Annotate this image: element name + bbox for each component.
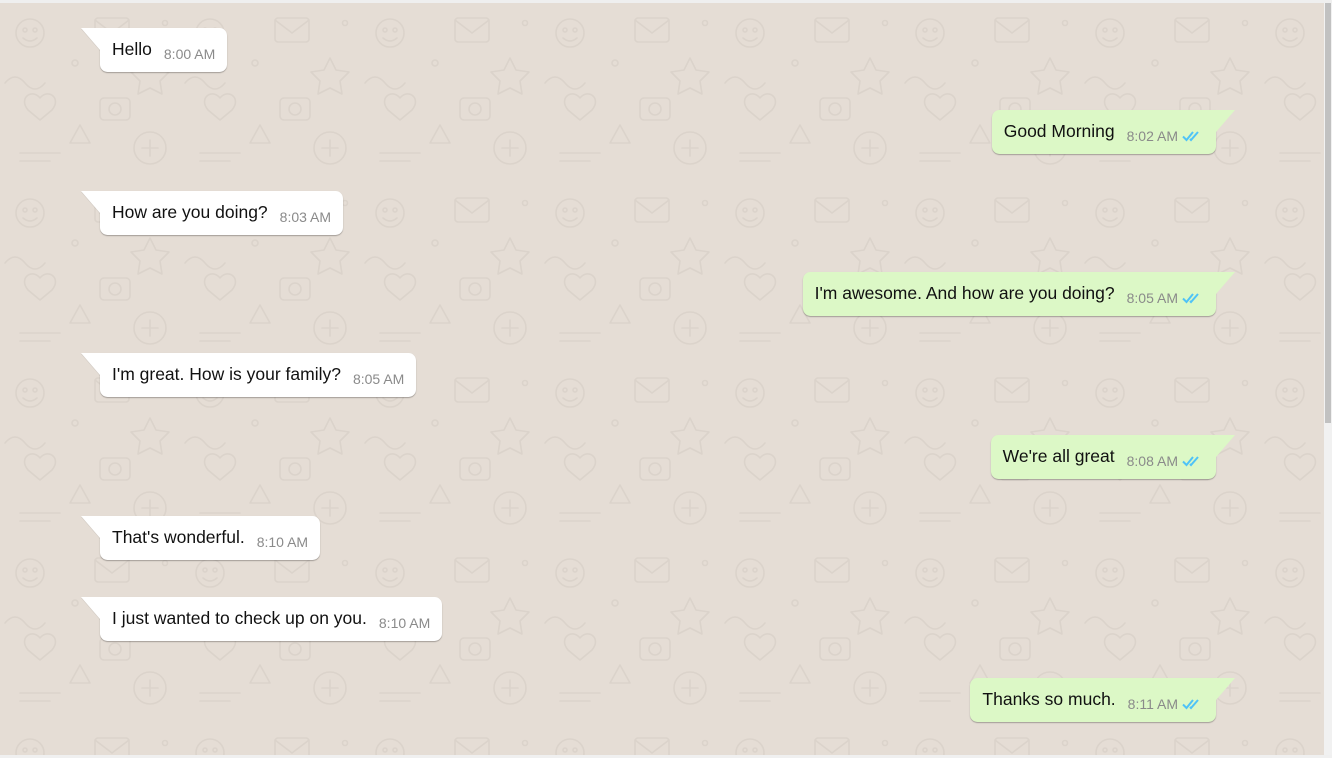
message-timestamp: 8:10 AM (256, 534, 309, 550)
message-meta: 8:11 AM (1128, 696, 1204, 712)
double-check-icon (1182, 699, 1199, 710)
message-timestamp: 8:05 AM (1126, 290, 1178, 306)
message-text: Good Morning (1003, 121, 1115, 141)
message-meta: 8:02 AM (1127, 128, 1204, 144)
message-text: Thanks so much. (982, 689, 1116, 709)
message-outgoing[interactable]: We're all great 8:08 AM (990, 435, 1236, 479)
message-incoming[interactable]: Hello 8:00 AM (100, 28, 228, 72)
message-meta: 8:08 AM (1127, 453, 1204, 469)
message-text: I'm awesome. And how are you doing? (814, 283, 1115, 303)
message-incoming[interactable]: How are you doing? 8:03 AM (100, 191, 344, 235)
message-text: Hello (112, 39, 152, 59)
message-text: That's wonderful. (112, 527, 245, 547)
message-timestamp: 8:03 AM (279, 209, 332, 225)
message-meta: 8:05 AM (1127, 290, 1204, 306)
message-timestamp: 8:02 AM (1126, 128, 1178, 144)
scrollbar-thumb[interactable] (1325, 3, 1331, 423)
double-check-icon (1182, 293, 1199, 304)
message-incoming[interactable]: That's wonderful. 8:10 AM (100, 516, 321, 560)
message-timestamp: 8:05 AM (352, 371, 405, 387)
message-outgoing[interactable]: Thanks so much. 8:11 AM (970, 678, 1235, 722)
chat-pane[interactable]: Hello 8:00 AM Good Morning 8:02 AM How are… (0, 3, 1324, 755)
message-timestamp: 8:11 AM (1127, 696, 1178, 712)
message-incoming[interactable]: I just wanted to check up on you. 8:10 AM (100, 597, 443, 641)
message-incoming[interactable]: I'm great. How is your family? 8:05 AM (100, 353, 417, 397)
message-timestamp: 8:10 AM (378, 615, 431, 631)
message-text: How are you doing? (112, 202, 268, 222)
message-outgoing[interactable]: Good Morning 8:02 AM (991, 110, 1236, 154)
message-outgoing[interactable]: I'm awesome. And how are you doing? 8:05 … (802, 272, 1236, 316)
message-text: I just wanted to check up on you. (112, 608, 367, 628)
chat-scrollbar[interactable] (1324, 3, 1332, 755)
message-text: I'm great. How is your family? (112, 364, 341, 384)
message-text: We're all great (1002, 446, 1115, 466)
message-timestamp: 8:00 AM (163, 46, 216, 62)
double-check-icon (1182, 456, 1199, 467)
double-check-icon (1182, 131, 1199, 142)
message-timestamp: 8:08 AM (1126, 453, 1178, 469)
